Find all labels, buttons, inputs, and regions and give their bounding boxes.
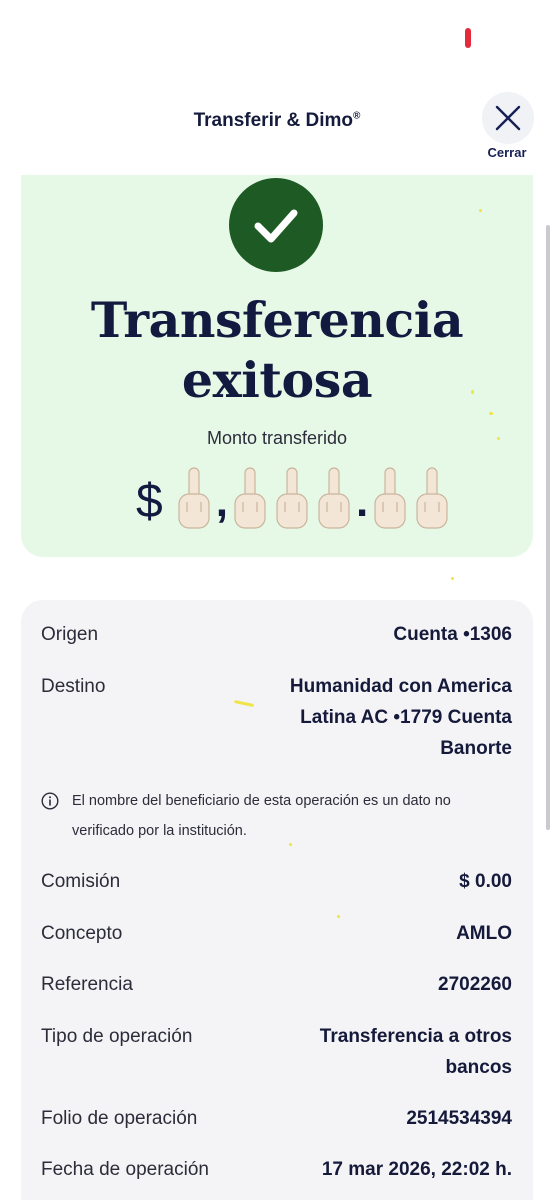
middle-finger-icon — [318, 467, 350, 529]
middle-finger-icon — [276, 467, 308, 529]
operation-type-value-line1: Transferencia a otros — [319, 1026, 512, 1047]
success-title-line1: Transferencia — [90, 291, 464, 349]
success-check-badge — [229, 178, 323, 272]
commission-value: $ 0.00 — [459, 871, 512, 892]
folio-value: 2514534394 — [406, 1108, 512, 1129]
destination-value: Humanidad con America Latina AC •1779 Cu… — [212, 671, 512, 764]
concept-label: Concepto — [41, 923, 123, 944]
beneficiary-notice: El nombre del beneficiario de esta opera… — [72, 786, 512, 846]
origin-label: Origen — [41, 624, 99, 645]
operation-type-value-line2: bancos — [445, 1057, 512, 1078]
close-icon — [495, 105, 521, 131]
beneficiary-notice-line1: El nombre del beneficiario de esta opera… — [72, 793, 451, 809]
operation-date-label: Fecha de operación — [41, 1159, 209, 1180]
status-indicator — [465, 28, 471, 48]
page-title: Transferir & Dimo® — [0, 110, 554, 132]
destination-label: Destino — [41, 676, 106, 697]
middle-finger-icon — [416, 467, 448, 529]
destination-value-line3: Banorte — [440, 738, 512, 759]
middle-finger-icon — [178, 467, 210, 529]
confetti-speck — [451, 577, 454, 580]
commission-label: Comisión — [41, 871, 121, 892]
operation-type-label: Tipo de operación — [41, 1026, 193, 1047]
amount-decimal-separator: . — [355, 477, 369, 526]
folio-label: Folio de operación — [41, 1108, 198, 1129]
confetti-speck — [489, 412, 493, 415]
operation-type-value: Transferencia a otros bancos — [252, 1021, 512, 1083]
page-title-text: Transferir & Dimo — [193, 110, 354, 131]
confetti-speck — [471, 390, 474, 394]
amount-thousands-separator: , — [215, 477, 228, 526]
scrollbar[interactable] — [546, 225, 550, 830]
amount-currency: $ — [136, 475, 163, 528]
destination-value-line1: Humanidad con America — [289, 676, 512, 697]
transfer-receipt-screen: Transferir & Dimo® Cerrar Transferencia … — [0, 0, 554, 1200]
checkmark-icon — [254, 209, 298, 243]
concept-value: AMLO — [456, 923, 512, 944]
success-title: Transferencia exitosa — [21, 290, 533, 410]
origin-value: Cuenta •1306 — [393, 624, 512, 645]
info-icon — [41, 792, 59, 810]
beneficiary-notice-line2: verificado por la institución. — [72, 823, 247, 839]
confetti-speck — [289, 843, 292, 846]
confetti-speck — [479, 209, 482, 212]
close-button-label[interactable]: Cerrar — [478, 145, 536, 160]
registered-mark: ® — [353, 110, 361, 122]
destination-value-line2: Latina AC •1779 Cuenta — [300, 707, 512, 728]
middle-finger-icon — [374, 467, 406, 529]
amount-value: $ , . — [136, 462, 453, 532]
operation-date-value: 17 mar 2026, 22:02 h. — [321, 1159, 512, 1180]
amount-label: Monto transferido — [206, 428, 348, 448]
reference-value: 2702260 — [438, 974, 512, 995]
close-button[interactable] — [482, 92, 534, 144]
success-title-line2: exitosa — [181, 351, 373, 409]
confetti-speck — [497, 437, 500, 440]
middle-finger-icon — [234, 467, 266, 529]
confetti-speck — [337, 915, 340, 918]
reference-label: Referencia — [41, 974, 133, 995]
